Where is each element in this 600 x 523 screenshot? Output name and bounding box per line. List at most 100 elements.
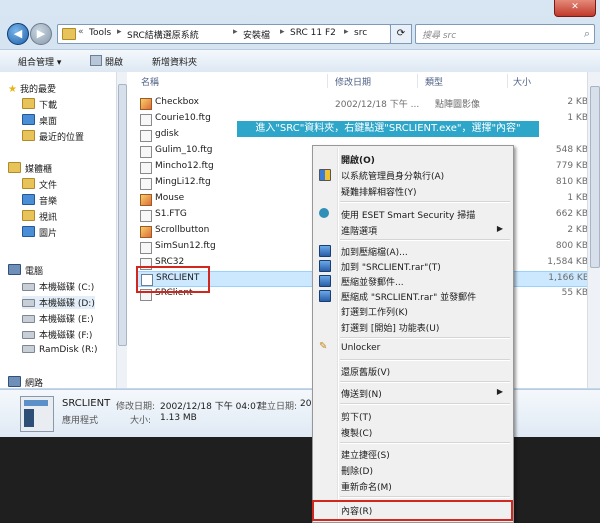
details-created-value: 20 [300, 399, 312, 409]
address-bar[interactable]: « Tools ▸ SRC結構選原系統 ▸ 安裝檔 ▸ SRC 11 F2 ▸ … [57, 24, 391, 44]
desktop-icon [22, 114, 35, 125]
drive-icon [22, 315, 35, 323]
image-file-icon [140, 226, 152, 238]
open-icon [90, 55, 102, 66]
videos-icon [22, 210, 35, 221]
submenu-arrow-icon: ▶ [496, 387, 503, 396]
nav-drive-e[interactable]: 本機磁碟 (E:) [22, 312, 94, 325]
menu-copy[interactable]: 複製(C) [314, 423, 511, 439]
forward-button[interactable]: ▶ [30, 23, 52, 45]
menu-troubleshoot[interactable]: 疑難排解相容性(Y) [314, 182, 511, 198]
new-folder-button[interactable]: 新增資料夾 [152, 55, 197, 68]
menu-add-archive[interactable]: 加到壓縮檔(A)... [314, 242, 511, 258]
window-controls: ✕ [520, 0, 600, 17]
folder-icon [62, 28, 76, 40]
nav-music[interactable]: 音樂 [22, 194, 57, 207]
breadcrumb-src11[interactable]: SRC 11 F2 [290, 28, 336, 38]
breadcrumb-src-system[interactable]: SRC結構選原系統 [127, 28, 199, 41]
column-header-name[interactable]: 名稱 [141, 75, 159, 88]
search-icon: ⌕ [583, 27, 590, 40]
nav-drive-d[interactable]: 本機磁碟 (D:) [22, 296, 95, 309]
file-icon [140, 146, 152, 158]
column-header-size[interactable]: 大小 [513, 75, 531, 88]
column-header-type[interactable]: 類型 [425, 75, 443, 88]
menu-restore-previous[interactable]: 還原舊版(V) [314, 362, 511, 378]
nav-downloads[interactable]: 下載 [22, 98, 57, 111]
recent-places-icon [22, 130, 35, 141]
details-type: 應用程式 [62, 416, 99, 426]
menu-send-to[interactable]: 傳送到(N) ▶ [314, 384, 511, 400]
details-size-label: 大小: [130, 416, 152, 426]
drive-icon [22, 299, 35, 307]
file-list-scroll-thumb[interactable] [590, 86, 600, 268]
command-toolbar: 組合管理 ▾ 開啟 新增資料夾 [0, 49, 600, 73]
winrar-icon [319, 260, 331, 272]
file-icon [140, 114, 152, 126]
organize-button[interactable]: 組合管理 ▾ [18, 55, 61, 68]
details-size-value: 1.13 MB [160, 413, 197, 423]
nav-videos[interactable]: 視訊 [22, 210, 57, 223]
documents-icon [22, 178, 35, 189]
image-file-icon [140, 98, 152, 110]
refresh-button[interactable]: ⟳ [390, 24, 412, 44]
menu-compress-rar-email[interactable]: 壓縮成 "SRCLIENT.rar" 並發郵件 [314, 287, 511, 303]
menu-open[interactable]: 開啟(O) [314, 150, 511, 166]
nav-network[interactable]: 網路 [8, 376, 43, 389]
menu-rename[interactable]: 重新命名(M) [314, 477, 511, 493]
back-button[interactable]: ◀ [7, 23, 29, 45]
libraries-icon [8, 162, 21, 173]
unlocker-wand-icon: ✎ [319, 341, 328, 352]
breadcrumb-overflow-icon[interactable]: « [78, 27, 84, 37]
nav-drive-f[interactable]: 本機磁碟 (F:) [22, 328, 92, 341]
drive-icon [22, 345, 35, 353]
file-row[interactable]: Checkbox 2002/12/18 下午 ... 點陣圖影像 2 KB [137, 96, 592, 110]
menu-compress-email[interactable]: 壓縮並發郵件... [314, 272, 511, 288]
menu-unlocker[interactable]: ✎ Unlocker [314, 340, 511, 356]
network-icon [8, 376, 21, 387]
menu-delete[interactable]: 刪除(D) [314, 461, 511, 477]
drive-icon [22, 283, 35, 291]
close-button[interactable]: ✕ [554, 0, 596, 17]
menu-run-as-admin[interactable]: 以系統管理員身分執行(A) [314, 166, 511, 182]
menu-cut[interactable]: 剪下(T) [314, 407, 511, 423]
annotation-banner: 進入"SRC"資料夾，右鍵點選"SRCLIENT.exe"，選擇"內容" [237, 121, 539, 137]
open-button[interactable]: 開啟 [90, 55, 123, 68]
nav-scroll-thumb[interactable] [118, 84, 127, 346]
menu-create-shortcut[interactable]: 建立捷徑(S) [314, 445, 511, 461]
music-icon [22, 194, 35, 205]
menu-pin-taskbar[interactable]: 釘選到工作列(K) [314, 302, 511, 318]
submenu-arrow-icon: ▶ [496, 224, 503, 233]
nav-desktop[interactable]: 桌面 [22, 114, 57, 127]
navigation-pane: ★ 我的最愛 下載 桌面 最近的位置 媒體櫃 文件 音樂 視訊 圖片 電腦 本機磁… [0, 72, 127, 389]
nav-favorites[interactable]: ★ 我的最愛 [8, 82, 56, 95]
winrar-icon [319, 275, 331, 287]
winrar-icon [319, 290, 331, 302]
file-icon [140, 178, 152, 190]
nav-computer[interactable]: 電腦 [8, 264, 43, 277]
eset-icon [319, 208, 329, 218]
breadcrumb-install[interactable]: 安裝檔 [243, 28, 270, 41]
file-list-scrollbar[interactable] [587, 72, 600, 388]
breadcrumb-tools[interactable]: Tools [89, 28, 111, 38]
menu-add-rar[interactable]: 加到 "SRCLIENT.rar"(T) [314, 257, 511, 273]
selected-file-highlight [136, 266, 210, 293]
nav-pictures[interactable]: 圖片 [22, 226, 57, 239]
menu-eset-scan[interactable]: 使用 ESET Smart Security 掃描 [314, 205, 511, 221]
properties-highlight [312, 500, 513, 521]
nav-drive-c[interactable]: 本機磁碟 (C:) [22, 280, 94, 293]
breadcrumb-src[interactable]: src [354, 28, 367, 38]
menu-pin-start[interactable]: 釘選到 [開始] 功能表(U) [314, 318, 511, 334]
downloads-icon [22, 98, 35, 109]
nav-recent[interactable]: 最近的位置 [22, 130, 84, 143]
drive-icon [22, 331, 35, 339]
search-input[interactable]: 搜尋 src ⌕ [415, 24, 595, 44]
details-modified-value: 2002/12/18 下午 04:07 [160, 402, 262, 412]
nav-documents[interactable]: 文件 [22, 178, 57, 191]
context-menu: 開啟(O) 以系統管理員身分執行(A) 疑難排解相容性(Y) 使用 ESET S… [312, 145, 514, 523]
nav-scrollbar[interactable] [116, 72, 127, 388]
menu-advanced[interactable]: 進階選項 ▶ [314, 221, 511, 237]
nav-libraries[interactable]: 媒體櫃 [8, 162, 52, 175]
nav-ramdisk[interactable]: RamDisk (R:) [22, 345, 98, 355]
file-icon [140, 130, 152, 142]
column-header-date[interactable]: 修改日期 [335, 75, 371, 88]
